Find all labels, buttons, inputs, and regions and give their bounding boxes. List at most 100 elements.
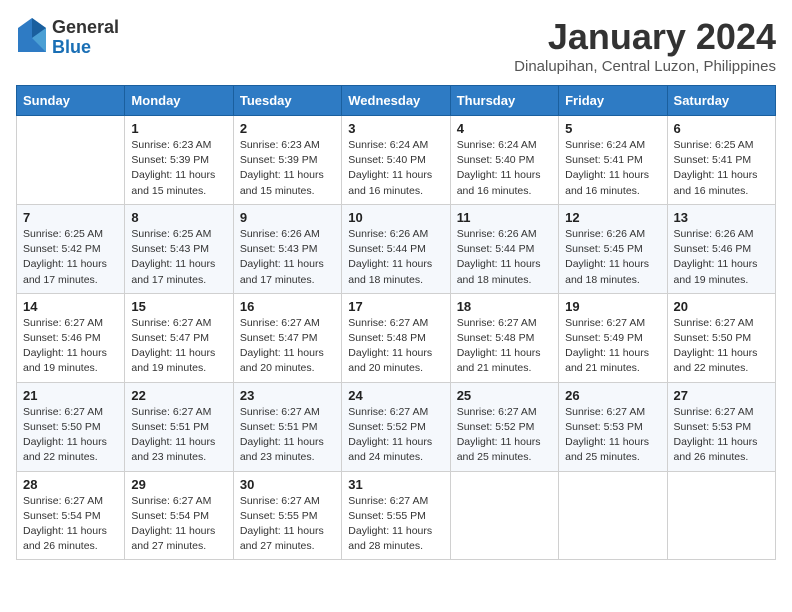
calendar-cell: 16Sunrise: 6:27 AM Sunset: 5:47 PM Dayli… [233, 293, 341, 382]
calendar-cell: 30Sunrise: 6:27 AM Sunset: 5:55 PM Dayli… [233, 471, 341, 560]
logo-general: General [52, 17, 119, 37]
day-info: Sunrise: 6:26 AM Sunset: 5:44 PM Dayligh… [348, 227, 443, 288]
calendar-cell: 14 Sunrise: 6:27 AM Sunset: 5:46 PM Dayli… [17, 293, 125, 382]
calendar-cell: 18 Sunrise: 6:27 AM Sunset: 5:48 PM Dayli… [450, 293, 558, 382]
day-number: 31 [348, 477, 443, 492]
calendar-cell: 22Sunrise: 6:27 AM Sunset: 5:51 PM Dayli… [125, 382, 233, 471]
weekday-header-tuesday: Tuesday [233, 86, 341, 116]
day-info: Sunrise: 6:26 AM Sunset: 5:44 PM Dayligh… [457, 227, 552, 288]
calendar-table: SundayMondayTuesdayWednesdayThursdayFrid… [16, 85, 776, 560]
weekday-header-thursday: Thursday [450, 86, 558, 116]
calendar-cell: 8Sunrise: 6:25 AM Sunset: 5:43 PM Daylig… [125, 204, 233, 293]
week-row-2: 14 Sunrise: 6:27 AM Sunset: 5:46 PM Dayli… [17, 293, 776, 382]
day-info: Sunrise: 6:27 AM Sunset: 5:52 PM Dayligh… [348, 405, 443, 466]
day-number: 18 [457, 299, 552, 314]
day-number: 13 [674, 210, 769, 225]
day-info: Sunrise: 6:27 AM Sunset: 5:47 PM Dayligh… [240, 316, 335, 377]
calendar-cell: 3Sunrise: 6:24 AM Sunset: 5:40 PM Daylig… [342, 116, 450, 205]
calendar-cell: 24 Sunrise: 6:27 AM Sunset: 5:52 PM Dayli… [342, 382, 450, 471]
calendar-cell [17, 116, 125, 205]
day-number: 6 [674, 121, 769, 136]
day-info: Sunrise: 6:27 AM Sunset: 5:52 PM Dayligh… [457, 405, 552, 466]
day-number: 21 [23, 388, 118, 403]
day-number: 10 [348, 210, 443, 225]
day-number: 15 [131, 299, 226, 314]
weekday-header-saturday: Saturday [667, 86, 775, 116]
day-number: 1 [131, 121, 226, 136]
day-info: Sunrise: 6:27 AM Sunset: 5:54 PM Dayligh… [131, 494, 226, 555]
logo-blue: Blue [52, 37, 91, 57]
weekday-header-row: SundayMondayTuesdayWednesdayThursdayFrid… [17, 86, 776, 116]
day-info: Sunrise: 6:27 AM Sunset: 5:50 PM Dayligh… [674, 316, 769, 377]
calendar-cell [450, 471, 558, 560]
day-number: 19 [565, 299, 660, 314]
day-info: Sunrise: 6:24 AM Sunset: 5:41 PM Dayligh… [565, 138, 660, 199]
calendar-cell [667, 471, 775, 560]
day-info: Sunrise: 6:27 AM Sunset: 5:46 PM Dayligh… [23, 316, 118, 377]
calendar-cell: 15 Sunrise: 6:27 AM Sunset: 5:47 PM Dayli… [125, 293, 233, 382]
day-info: Sunrise: 6:27 AM Sunset: 5:53 PM Dayligh… [674, 405, 769, 466]
day-info: Sunrise: 6:25 AM Sunset: 5:43 PM Dayligh… [131, 227, 226, 288]
week-row-3: 21 Sunrise: 6:27 AM Sunset: 5:50 PM Dayli… [17, 382, 776, 471]
day-number: 4 [457, 121, 552, 136]
page-header: General Blue January 2024 Dinalupihan, C… [16, 16, 776, 75]
calendar-cell: 17Sunrise: 6:27 AM Sunset: 5:48 PM Dayli… [342, 293, 450, 382]
day-info: Sunrise: 6:27 AM Sunset: 5:55 PM Dayligh… [240, 494, 335, 555]
day-info: Sunrise: 6:27 AM Sunset: 5:51 PM Dayligh… [240, 405, 335, 466]
day-number: 14 [23, 299, 118, 314]
weekday-header-wednesday: Wednesday [342, 86, 450, 116]
day-info: Sunrise: 6:27 AM Sunset: 5:48 PM Dayligh… [457, 316, 552, 377]
day-info: Sunrise: 6:26 AM Sunset: 5:46 PM Dayligh… [674, 227, 769, 288]
day-number: 17 [348, 299, 443, 314]
calendar-cell: 26Sunrise: 6:27 AM Sunset: 5:53 PM Dayli… [559, 382, 667, 471]
weekday-header-monday: Monday [125, 86, 233, 116]
month-title: January 2024 [514, 16, 776, 58]
day-number: 23 [240, 388, 335, 403]
logo: General Blue [16, 16, 119, 59]
calendar-cell: 28Sunrise: 6:27 AM Sunset: 5:54 PM Dayli… [17, 471, 125, 560]
logo-icon [16, 16, 48, 59]
calendar-cell: 29 Sunrise: 6:27 AM Sunset: 5:54 PM Dayli… [125, 471, 233, 560]
location-subtitle: Dinalupihan, Central Luzon, Philippines [514, 58, 776, 75]
week-row-4: 28Sunrise: 6:27 AM Sunset: 5:54 PM Dayli… [17, 471, 776, 560]
calendar-cell: 7 Sunrise: 6:25 AM Sunset: 5:42 PM Daylig… [17, 204, 125, 293]
day-number: 12 [565, 210, 660, 225]
calendar-cell: 1Sunrise: 6:23 AM Sunset: 5:39 PM Daylig… [125, 116, 233, 205]
calendar-cell: 12 Sunrise: 6:26 AM Sunset: 5:45 PM Dayli… [559, 204, 667, 293]
day-number: 29 [131, 477, 226, 492]
day-number: 2 [240, 121, 335, 136]
day-info: Sunrise: 6:25 AM Sunset: 5:41 PM Dayligh… [674, 138, 769, 199]
day-info: Sunrise: 6:23 AM Sunset: 5:39 PM Dayligh… [240, 138, 335, 199]
calendar-cell: 19Sunrise: 6:27 AM Sunset: 5:49 PM Dayli… [559, 293, 667, 382]
calendar-cell: 2 Sunrise: 6:23 AM Sunset: 5:39 PM Daylig… [233, 116, 341, 205]
day-number: 7 [23, 210, 118, 225]
day-number: 20 [674, 299, 769, 314]
weekday-header-friday: Friday [559, 86, 667, 116]
calendar-cell: 27 Sunrise: 6:27 AM Sunset: 5:53 PM Dayli… [667, 382, 775, 471]
day-number: 11 [457, 210, 552, 225]
day-number: 3 [348, 121, 443, 136]
logo-text: General Blue [52, 18, 119, 58]
day-number: 24 [348, 388, 443, 403]
calendar-cell [559, 471, 667, 560]
calendar-cell: 4 Sunrise: 6:24 AM Sunset: 5:40 PM Daylig… [450, 116, 558, 205]
day-info: Sunrise: 6:27 AM Sunset: 5:47 PM Dayligh… [131, 316, 226, 377]
day-info: Sunrise: 6:24 AM Sunset: 5:40 PM Dayligh… [457, 138, 552, 199]
calendar-cell: 20 Sunrise: 6:27 AM Sunset: 5:50 PM Dayli… [667, 293, 775, 382]
day-info: Sunrise: 6:25 AM Sunset: 5:42 PM Dayligh… [23, 227, 118, 288]
day-info: Sunrise: 6:27 AM Sunset: 5:51 PM Dayligh… [131, 405, 226, 466]
day-number: 25 [457, 388, 552, 403]
day-number: 5 [565, 121, 660, 136]
calendar-cell: 13 Sunrise: 6:26 AM Sunset: 5:46 PM Dayli… [667, 204, 775, 293]
day-info: Sunrise: 6:26 AM Sunset: 5:45 PM Dayligh… [565, 227, 660, 288]
title-block: January 2024 Dinalupihan, Central Luzon,… [514, 16, 776, 75]
calendar-cell: 23 Sunrise: 6:27 AM Sunset: 5:51 PM Dayli… [233, 382, 341, 471]
day-number: 26 [565, 388, 660, 403]
day-number: 9 [240, 210, 335, 225]
day-info: Sunrise: 6:27 AM Sunset: 5:54 PM Dayligh… [23, 494, 118, 555]
calendar-cell: 21 Sunrise: 6:27 AM Sunset: 5:50 PM Dayli… [17, 382, 125, 471]
calendar-cell: 5 Sunrise: 6:24 AM Sunset: 5:41 PM Daylig… [559, 116, 667, 205]
calendar-cell: 9Sunrise: 6:26 AM Sunset: 5:43 PM Daylig… [233, 204, 341, 293]
day-info: Sunrise: 6:27 AM Sunset: 5:50 PM Dayligh… [23, 405, 118, 466]
day-number: 27 [674, 388, 769, 403]
